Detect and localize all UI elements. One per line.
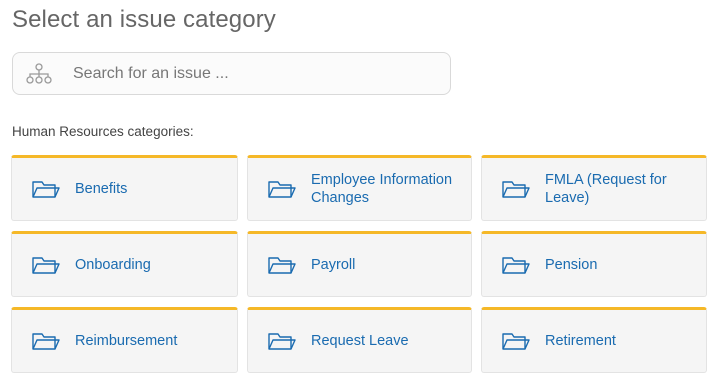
category-label: Reimbursement [75,333,178,349]
search-input[interactable] [73,64,403,83]
folder-icon [267,253,297,277]
folder-icon [267,177,297,201]
category-card-benefits[interactable]: Benefits [11,155,238,221]
category-card-fmla[interactable]: FMLA (Request for Leave) [481,155,707,221]
folder-icon [267,329,297,353]
category-card-employee-information-changes[interactable]: Employee Information Changes [247,155,472,221]
category-card-request-leave[interactable]: Request Leave [247,307,472,373]
category-card-reimbursement[interactable]: Reimbursement [11,307,238,373]
category-label: Payroll [311,257,356,273]
folder-icon [501,253,531,277]
folder-icon [31,177,61,201]
category-label: Retirement [545,333,616,349]
category-card-pension[interactable]: Pension [481,231,707,297]
category-card-retirement[interactable]: Retirement [481,307,707,373]
section-label: Human Resources categories: [12,124,194,139]
category-label: Employee Information Changes [311,172,453,206]
folder-icon [501,177,531,201]
category-label: FMLA (Request for Leave) [545,172,667,206]
category-card-payroll[interactable]: Payroll [247,231,472,297]
page-title: Select an issue category [12,6,276,33]
hierarchy-icon [26,62,52,86]
category-label: Pension [545,257,598,273]
folder-icon [501,329,531,353]
category-label: Benefits [75,181,128,197]
search-box[interactable] [12,52,451,95]
folder-icon [31,329,61,353]
category-label: Onboarding [75,257,151,273]
folder-icon [31,253,61,277]
category-card-onboarding[interactable]: Onboarding [11,231,238,297]
category-grid: Benefits Employee Information Changes FM… [11,155,707,373]
category-label: Request Leave [311,333,409,349]
